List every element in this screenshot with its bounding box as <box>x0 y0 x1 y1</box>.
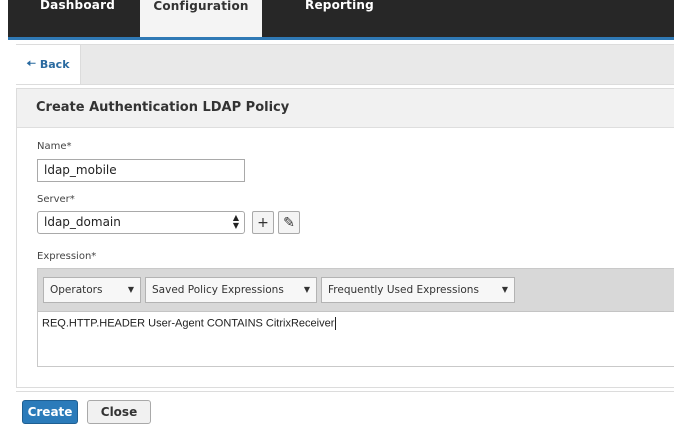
name-input[interactable]: ldap_mobile <box>37 159 245 182</box>
operators-dropdown[interactable]: Operators ▼ <box>43 277 141 303</box>
name-label: Name* <box>37 141 72 152</box>
chevron-down-icon: ▼ <box>303 285 310 294</box>
pencil-icon: ✎ <box>283 214 295 231</box>
page-title: Create Authentication LDAP Policy <box>36 100 290 115</box>
expression-textarea[interactable]: REQ.HTTP.HEADER User-Agent CONTAINS Citr… <box>42 317 337 330</box>
expression-editor: Operators ▼ Saved Policy Expressions ▼ F… <box>37 268 674 367</box>
expression-text: REQ.HTTP.HEADER User-Agent CONTAINS Citr… <box>42 317 335 330</box>
server-label: Server* <box>37 194 75 205</box>
tab-configuration[interactable]: Configuration <box>140 0 262 40</box>
saved-policy-expressions-label: Saved Policy Expressions <box>152 284 284 296</box>
operators-dropdown-label: Operators <box>50 284 103 296</box>
select-updown-icon: ▲ ▼ <box>232 213 239 230</box>
close-button[interactable]: Close <box>87 400 151 424</box>
server-select-value: ldap_domain <box>44 215 121 229</box>
nav-accent-bar <box>8 37 674 40</box>
expression-label: Expression* <box>37 251 97 262</box>
frequently-used-expressions-dropdown[interactable]: Frequently Used Expressions ▼ <box>321 277 515 303</box>
chevron-down-icon: ▼ <box>501 285 508 294</box>
plus-icon: + <box>257 214 269 231</box>
back-button-label: Back <box>39 58 70 71</box>
panel-header: Create Authentication LDAP Policy <box>17 89 674 128</box>
expression-toolbar: Operators ▼ Saved Policy Expressions ▼ F… <box>38 269 674 312</box>
frequently-used-expressions-label: Frequently Used Expressions <box>328 284 479 296</box>
server-select[interactable]: ldap_domain ▲ ▼ <box>37 211 245 234</box>
edit-server-button[interactable]: ✎ <box>278 211 300 234</box>
back-button[interactable]: 🠠 Back <box>16 45 81 84</box>
create-button[interactable]: Create <box>22 400 78 424</box>
back-bar: 🠠 Back <box>16 44 674 85</box>
tab-dashboard[interactable]: Dashboard <box>40 0 115 18</box>
tab-configuration-label: Configuration <box>153 0 249 13</box>
saved-policy-expressions-dropdown[interactable]: Saved Policy Expressions ▼ <box>145 277 317 303</box>
arrow-left-icon: 🠠 <box>26 57 36 70</box>
tab-reporting[interactable]: Reporting <box>305 0 374 18</box>
add-server-button[interactable]: + <box>252 211 274 234</box>
top-navigation: Dashboard Configuration Reporting <box>8 0 674 40</box>
create-policy-panel: Create Authentication LDAP Policy Name* … <box>16 88 674 388</box>
chevron-down-icon: ▼ <box>127 285 134 294</box>
text-cursor <box>335 317 337 330</box>
form-footer: Create Close <box>16 391 674 434</box>
